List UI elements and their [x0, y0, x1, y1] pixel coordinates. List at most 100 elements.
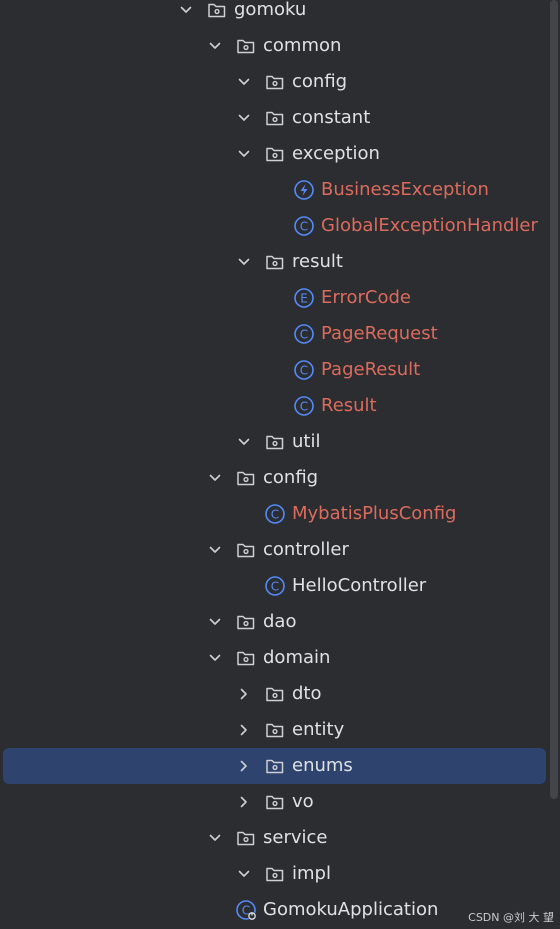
chevron-down-icon[interactable] [206, 829, 224, 847]
chevron-down-icon[interactable] [235, 73, 253, 91]
tree-node-label: common [263, 35, 342, 56]
tree-node-controller[interactable]: controller [0, 532, 548, 568]
tree-node-label: vo [292, 791, 314, 812]
folder-icon [264, 755, 286, 777]
tree-node-label: PageResult [321, 359, 421, 380]
svg-text:C: C [271, 580, 279, 594]
tree-node-mybatisplusconfig[interactable]: C MybatisPlusConfig [0, 496, 548, 532]
tree-node-label: GlobalExceptionHandler [321, 215, 538, 236]
folder-icon [264, 71, 286, 93]
folder-icon [235, 827, 257, 849]
tree-node-result[interactable]: C Result [0, 388, 548, 424]
chevron-down-icon[interactable] [206, 469, 224, 487]
tree-node-errorcode[interactable]: E ErrorCode [0, 280, 548, 316]
tree-node-hellocontroller[interactable]: C HelloController [0, 568, 548, 604]
class-icon: C [264, 575, 286, 597]
folder-icon [264, 431, 286, 453]
tree-node-label: controller [263, 539, 349, 560]
tree-node-globalexceptionhandler[interactable]: C GlobalExceptionHandler [0, 208, 548, 244]
project-tree: gomoku common config constant exception Busin… [0, 0, 560, 929]
chevron-down-icon[interactable] [235, 433, 253, 451]
tree-node-label: Result [321, 395, 377, 416]
tree-node-label: domain [263, 647, 331, 668]
svg-text:C: C [300, 220, 308, 234]
tree-node-label: result [292, 251, 343, 272]
folder-icon [264, 251, 286, 273]
tree-node-exception[interactable]: exception [0, 136, 548, 172]
tree-node-label: impl [292, 863, 331, 884]
chevron-down-icon[interactable] [235, 145, 253, 163]
folder-icon [235, 35, 257, 57]
chevron-right-icon[interactable] [235, 757, 253, 775]
chevron-right-icon[interactable] [235, 685, 253, 703]
folder-icon [264, 107, 286, 129]
chevron-down-icon[interactable] [235, 109, 253, 127]
folder-icon [264, 863, 286, 885]
folder-icon [206, 0, 228, 21]
tree-node-result[interactable]: result [0, 244, 548, 280]
tree-node-gomokuapplication[interactable]: C GomokuApplication [0, 892, 548, 928]
tree-node-gomoku[interactable]: gomoku [0, 0, 548, 28]
tree-node-label: util [292, 431, 321, 452]
tree-node-label: MybatisPlusConfig [292, 503, 457, 524]
chevron-down-icon[interactable] [235, 253, 253, 271]
svg-text:C: C [300, 400, 308, 414]
tree-node-util[interactable]: util [0, 424, 548, 460]
tree-node-dto[interactable]: dto [0, 676, 548, 712]
vertical-scrollbar[interactable] [550, 0, 558, 799]
tree-node-impl[interactable]: impl [0, 856, 548, 892]
chevron-down-icon[interactable] [206, 613, 224, 631]
class-icon: C [293, 359, 315, 381]
chevron-down-icon[interactable] [177, 1, 195, 19]
tree-node-label: BusinessException [321, 179, 489, 200]
tree-node-label: GomokuApplication [263, 899, 439, 920]
tree-node-config[interactable]: config [0, 64, 548, 100]
tree-node-entity[interactable]: entity [0, 712, 548, 748]
folder-icon [235, 647, 257, 669]
tree-node-label: gomoku [234, 0, 307, 20]
tree-node-label: config [263, 467, 319, 488]
tree-node-businessexception[interactable]: BusinessException [0, 172, 548, 208]
svg-text:E: E [300, 292, 308, 306]
folder-icon [235, 611, 257, 633]
tree-node-dao[interactable]: dao [0, 604, 548, 640]
tree-node-common[interactable]: common [0, 28, 548, 64]
chevron-down-icon[interactable] [206, 541, 224, 559]
tree-node-label: PageRequest [321, 323, 438, 344]
tree-node-pageresult[interactable]: C PageResult [0, 352, 548, 388]
chevron-right-icon[interactable] [235, 721, 253, 739]
tree-node-constant[interactable]: constant [0, 100, 548, 136]
chevron-down-icon[interactable] [235, 865, 253, 883]
chevron-down-icon[interactable] [206, 649, 224, 667]
folder-icon [264, 143, 286, 165]
tree-node-service[interactable]: service [0, 820, 548, 856]
folder-icon [235, 539, 257, 561]
chevron-down-icon[interactable] [206, 37, 224, 55]
tree-node-pagerequest[interactable]: C PageRequest [0, 316, 548, 352]
tree-node-label: constant [292, 107, 371, 128]
watermark: CSDN @刘 大 望 [468, 911, 554, 924]
spring-application-class-icon: C [235, 899, 257, 921]
folder-icon [264, 719, 286, 741]
tree-node-label: service [263, 827, 328, 848]
tree-node-label: config [292, 71, 348, 92]
class-icon: C [293, 215, 315, 237]
tree-node-enums[interactable]: enums [0, 748, 548, 784]
tree-node-domain[interactable]: domain [0, 640, 548, 676]
tree-node-label: dto [292, 683, 322, 704]
folder-icon [235, 467, 257, 489]
tree-node-vo[interactable]: vo [0, 784, 548, 820]
chevron-right-icon[interactable] [235, 793, 253, 811]
folder-icon [264, 683, 286, 705]
svg-text:C: C [300, 364, 308, 378]
enum-icon: E [293, 287, 315, 309]
svg-text:C: C [271, 508, 279, 522]
tree-node-label: dao [263, 611, 297, 632]
tree-node-config[interactable]: config [0, 460, 548, 496]
svg-text:C: C [300, 328, 308, 342]
folder-icon [264, 791, 286, 813]
tree-node-label: exception [292, 143, 380, 164]
exception-class-icon [293, 179, 315, 201]
class-icon: C [293, 323, 315, 345]
tree-node-label: ErrorCode [321, 287, 411, 308]
